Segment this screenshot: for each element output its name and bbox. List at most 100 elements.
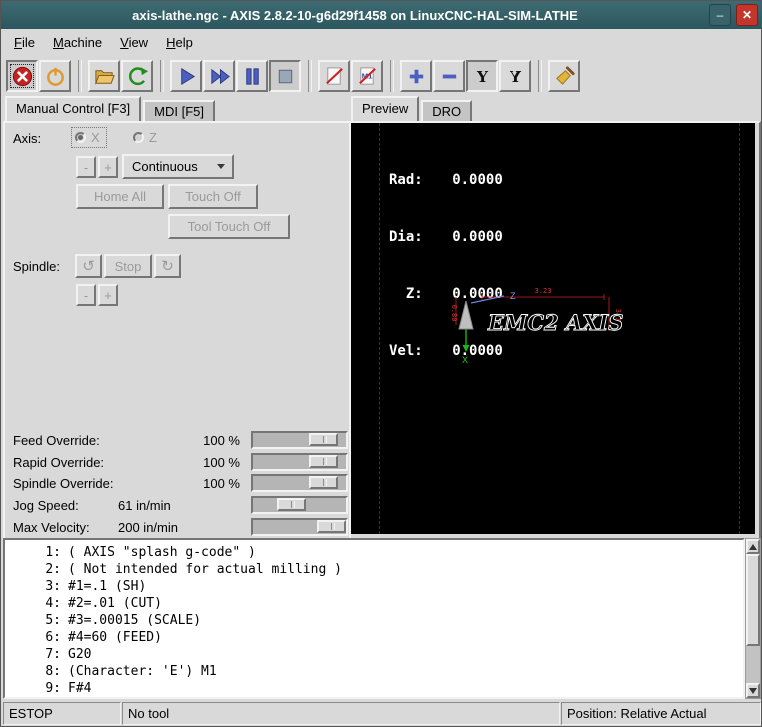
- slider-handle[interactable]: [309, 455, 338, 468]
- estop-button[interactable]: [6, 60, 38, 92]
- menu-file[interactable]: File: [5, 32, 44, 53]
- axis-radio-z[interactable]: Z: [133, 130, 157, 145]
- spindle-plus-button[interactable]: +: [98, 284, 118, 306]
- slider-handle[interactable]: [317, 520, 346, 533]
- zoom-out-icon: [438, 65, 461, 88]
- optional-pause-icon: M1: [356, 65, 379, 88]
- toolbar-separator: [308, 60, 312, 92]
- view-y2-button[interactable]: Y: [499, 60, 531, 92]
- machine-state-text: ESTOP: [9, 706, 53, 721]
- view-y-button[interactable]: Y: [466, 60, 498, 92]
- rapid-override-row: Rapid Override: 100 %: [5, 453, 345, 473]
- max-velocity-row: Max Velocity: 200 in/min: [5, 518, 345, 538]
- power-icon: [44, 65, 67, 88]
- max-velocity-slider[interactable]: [251, 518, 348, 536]
- tool-touch-off-button[interactable]: Tool Touch Off: [168, 214, 290, 239]
- gcode-line[interactable]: 9:F#4: [5, 680, 743, 697]
- slider-handle[interactable]: [309, 476, 338, 489]
- rapid-override-slider[interactable]: [251, 453, 348, 471]
- jog-mode-value: Continuous: [132, 159, 198, 174]
- toggle-skip-lines-button[interactable]: [318, 60, 350, 92]
- gcode-line[interactable]: 5:#3=.00015 (SCALE): [5, 612, 743, 629]
- tab-preview[interactable]: Preview: [351, 96, 419, 121]
- dim-top-label: 3.23: [535, 287, 552, 295]
- reload-icon: [126, 65, 149, 88]
- view-y-icon: Y: [471, 65, 494, 88]
- spindle-minus-button[interactable]: -: [76, 284, 96, 306]
- gcode-line[interactable]: 1:( AXIS "splash g-code" ): [5, 544, 743, 561]
- pause-button[interactable]: [236, 60, 268, 92]
- machine-power-button[interactable]: [39, 60, 71, 92]
- svg-text:Y: Y: [476, 67, 489, 85]
- axis-window: axis-lathe.ngc - AXIS 2.8.2-10-g6d29f145…: [0, 0, 762, 727]
- slider-handle[interactable]: [309, 433, 338, 446]
- tab-mdi[interactable]: MDI [F5]: [143, 100, 215, 121]
- max-velocity-value: 200 in/min: [118, 520, 178, 535]
- title-bar[interactable]: axis-lathe.ngc - AXIS 2.8.2-10-g6d29f145…: [1, 1, 762, 29]
- clear-plot-button[interactable]: [548, 60, 580, 92]
- reload-button[interactable]: [121, 60, 153, 92]
- spindle-reverse-button[interactable]: ↺: [75, 254, 102, 278]
- axis-radio-x[interactable]: X: [71, 127, 107, 148]
- splash-gcode-plot: 3.23 3.77 0.80 Z X EMC2 AXIS: [446, 273, 676, 388]
- feed-override-slider[interactable]: [251, 431, 348, 449]
- gcode-line[interactable]: 2:( Not intended for actual milling ): [5, 561, 743, 578]
- jog-speed-slider[interactable]: [251, 496, 348, 514]
- stop-icon: [274, 65, 297, 88]
- gcode-listing[interactable]: 1:( AXIS "splash g-code" ) 2:( Not inten…: [3, 538, 745, 699]
- gcode-line[interactable]: 6:#4=60 (FEED): [5, 629, 743, 646]
- preview-canvas[interactable]: Rad:0.0000 Dia:0.0000 Z:0.0000 Vel:0.000…: [351, 123, 755, 534]
- spindle-override-slider[interactable]: [251, 474, 348, 492]
- tab-dro[interactable]: DRO: [421, 100, 472, 121]
- toolbar: M1 Y Y: [1, 55, 762, 97]
- run-button[interactable]: [170, 60, 202, 92]
- close-button[interactable]: ✕: [736, 4, 758, 26]
- zoom-out-button[interactable]: [433, 60, 465, 92]
- run-icon: [175, 65, 198, 88]
- tab-manual-control[interactable]: Manual Control [F3]: [5, 96, 141, 121]
- feed-override-label: Feed Override:: [13, 433, 100, 448]
- dro-row: Rad:0.0000: [389, 171, 503, 190]
- spindle-stop-button[interactable]: Stop: [104, 254, 152, 278]
- open-folder-icon: [93, 65, 116, 88]
- jog-speed-row: Jog Speed: 61 in/min: [5, 496, 345, 516]
- arrow-up-icon: [749, 544, 757, 550]
- stop-button[interactable]: [269, 60, 301, 92]
- touch-off-button[interactable]: Touch Off: [168, 184, 258, 209]
- gcode-scrollbar[interactable]: [745, 538, 761, 699]
- zoom-in-button[interactable]: [400, 60, 432, 92]
- scroll-up-button[interactable]: [746, 539, 760, 554]
- spindle-override-value: 100 %: [160, 476, 240, 491]
- minimize-button[interactable]: –: [709, 4, 731, 26]
- jog-speed-value: 61 in/min: [118, 498, 171, 513]
- jog-mode-dropdown[interactable]: Continuous: [122, 154, 234, 179]
- gcode-line[interactable]: 8:(Character: 'E') M1: [5, 663, 743, 680]
- gcode-line[interactable]: 4:#2=.01 (CUT): [5, 595, 743, 612]
- jog-plus-button[interactable]: +: [98, 156, 118, 178]
- gcode-line[interactable]: 7:G20: [5, 646, 743, 663]
- feed-override-value: 100 %: [160, 433, 240, 448]
- status-tool-info: No tool: [122, 702, 560, 725]
- menu-help[interactable]: Help: [157, 32, 202, 53]
- toggle-optional-pause-button[interactable]: M1: [351, 60, 383, 92]
- radio-z-label: Z: [149, 130, 157, 145]
- jog-minus-button[interactable]: -: [76, 156, 96, 178]
- home-all-button[interactable]: Home All: [76, 184, 164, 209]
- preview-panel: Rad:0.0000 Dia:0.0000 Z:0.0000 Vel:0.000…: [349, 121, 761, 540]
- menu-machine[interactable]: Machine: [44, 32, 111, 53]
- status-machine-state: ESTOP: [3, 702, 121, 725]
- scroll-down-button[interactable]: [746, 683, 760, 698]
- step-button[interactable]: [203, 60, 235, 92]
- scrollbar-thumb[interactable]: [746, 554, 760, 646]
- skip-lines-icon: [323, 65, 346, 88]
- menu-view[interactable]: View: [111, 32, 157, 53]
- open-file-button[interactable]: [88, 60, 120, 92]
- chevron-down-icon: [217, 164, 225, 169]
- dro-row: Dia:0.0000: [389, 228, 503, 247]
- spindle-forward-button[interactable]: ↻: [154, 254, 181, 278]
- window-title: axis-lathe.ngc - AXIS 2.8.2-10-g6d29f145…: [1, 8, 709, 23]
- status-position-mode: Position: Relative Actual: [561, 702, 761, 725]
- z-axis-label: Z: [510, 291, 516, 301]
- slider-handle[interactable]: [277, 498, 306, 511]
- gcode-line[interactable]: 3:#1=.1 (SH): [5, 578, 743, 595]
